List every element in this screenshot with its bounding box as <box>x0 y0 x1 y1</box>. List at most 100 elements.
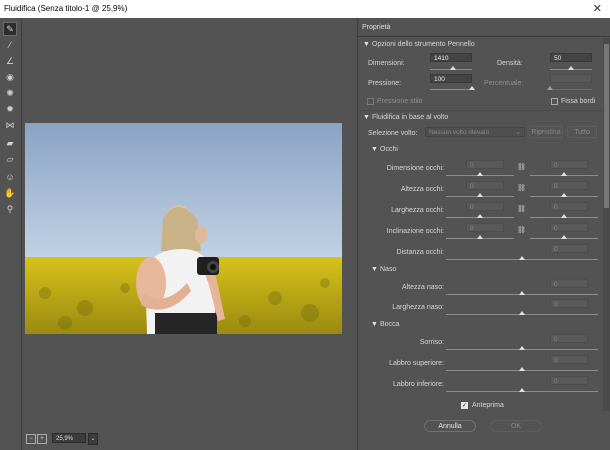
warp-tool-icon[interactable]: ✎ <box>3 22 17 36</box>
eye-height-right-input[interactable]: 0 <box>550 181 588 190</box>
face-tool-icon[interactable]: ☺ <box>3 170 17 184</box>
eye-height-left-input[interactable]: 0 <box>466 181 504 190</box>
smile-slider[interactable] <box>446 346 598 350</box>
smile-label: Sorriso: <box>419 339 444 346</box>
eye-width-right-slider[interactable] <box>530 214 598 218</box>
lower-lip-slider[interactable] <box>446 388 598 392</box>
collapse-triangle-icon[interactable]: ▼ <box>371 266 378 273</box>
pressure-slider-knob[interactable] <box>469 86 475 90</box>
cancel-button[interactable]: Annulla <box>424 420 476 432</box>
zoom-in-button[interactable]: + <box>37 434 47 444</box>
smile-input[interactable]: 0 <box>550 334 588 343</box>
eyes-header[interactable]: Occhi <box>380 146 398 153</box>
slider-knob[interactable] <box>519 291 525 295</box>
brush-options-header[interactable]: Opzioni dello strumento Pennello <box>372 41 475 48</box>
window-title: Fluidifica (Senza titolo-1 @ 25,9%) <box>4 4 128 13</box>
eye-tilt-left-slider[interactable] <box>446 235 514 239</box>
pucker-tool-icon[interactable]: ✺ <box>3 86 17 100</box>
pin-edges-label[interactable]: Fissa bordi <box>561 98 595 105</box>
eye-size-right-input[interactable]: 0 <box>550 160 588 169</box>
slider-knob[interactable] <box>561 172 567 176</box>
collapse-triangle-icon[interactable]: ▼ <box>371 321 378 328</box>
eye-size-left-slider[interactable] <box>446 172 514 176</box>
slider-knob[interactable] <box>477 214 483 218</box>
density-input[interactable]: 50 <box>550 53 592 62</box>
twirl-tool-icon[interactable]: ◉ <box>3 70 17 84</box>
freeze-mask-tool-icon[interactable]: ▰ <box>3 136 17 150</box>
close-icon[interactable]: ✕ <box>593 2 602 15</box>
face-aware-header[interactable]: Fluidifica in base al volto <box>372 114 448 121</box>
mouth-header[interactable]: Bocca <box>380 321 399 328</box>
eye-tilt-right-slider[interactable] <box>530 235 598 239</box>
link-icon[interactable]: ⛓ <box>517 226 526 234</box>
eye-size-left-input[interactable]: 0 <box>466 160 504 169</box>
slider-knob[interactable] <box>519 346 525 350</box>
slider-knob[interactable] <box>477 235 483 239</box>
slider-knob[interactable] <box>519 311 525 315</box>
nose-width-slider[interactable] <box>446 311 598 315</box>
zoom-level-field[interactable]: 25,9% <box>52 433 86 443</box>
slider-knob[interactable] <box>561 214 567 218</box>
canvas-area[interactable] <box>22 18 350 445</box>
scrollbar-thumb[interactable] <box>604 44 609 208</box>
rate-label: Percentuale: <box>484 80 524 87</box>
eye-tilt-left-input[interactable]: 0 <box>466 223 504 232</box>
photo-image <box>25 123 342 334</box>
reset-button: Ripristina <box>529 126 563 138</box>
stylus-pressure-checkbox <box>367 98 374 105</box>
hand-tool-icon[interactable]: ✋ <box>3 186 17 200</box>
pressure-input[interactable]: 100 <box>430 74 472 83</box>
face-select-label: Selezione volto: <box>368 130 418 137</box>
eye-width-left-input[interactable]: 0 <box>466 202 504 211</box>
collapse-triangle-icon[interactable]: ▼ <box>363 114 370 121</box>
nose-height-input[interactable]: 0 <box>550 279 588 288</box>
eye-tilt-right-input[interactable]: 0 <box>550 223 588 232</box>
size-slider[interactable] <box>430 66 472 70</box>
preview-checkbox[interactable]: ✓ <box>461 402 468 409</box>
pin-edges-checkbox[interactable] <box>551 98 558 105</box>
chevron-down-icon[interactable]: ⌄ <box>88 433 98 445</box>
size-slider-knob[interactable] <box>450 66 457 70</box>
eye-width-right-input[interactable]: 0 <box>550 202 588 211</box>
smooth-tool-icon[interactable]: ∠ <box>3 54 17 68</box>
eye-height-right-slider[interactable] <box>530 193 598 197</box>
collapse-triangle-icon[interactable]: ▼ <box>363 41 370 48</box>
slider-knob[interactable] <box>477 172 483 176</box>
eye-distance-slider[interactable] <box>446 256 598 260</box>
zoom-out-button[interactable]: − <box>26 434 36 444</box>
nose-width-input[interactable]: 0 <box>550 299 588 308</box>
upper-lip-slider[interactable] <box>446 367 598 371</box>
eye-distance-input[interactable]: 0 <box>550 244 588 253</box>
panel-scrollbar[interactable] <box>603 38 610 411</box>
slider-knob[interactable] <box>519 256 525 260</box>
eye-size-right-slider[interactable] <box>530 172 598 176</box>
photo-preview[interactable] <box>25 123 342 334</box>
zoom-tool-icon[interactable]: ⚲ <box>3 202 17 216</box>
eye-height-left-slider[interactable] <box>446 193 514 197</box>
push-left-tool-icon[interactable]: ⋈ <box>3 118 17 132</box>
upper-lip-input[interactable]: 0 <box>550 355 588 364</box>
eye-width-left-slider[interactable] <box>446 214 514 218</box>
properties-scroll-area[interactable]: ▼ Opzioni dello strumento Pennello Dimen… <box>358 38 604 411</box>
slider-knob[interactable] <box>561 193 567 197</box>
nose-height-slider[interactable] <box>446 291 598 295</box>
lower-lip-label: Labbro inferiore: <box>393 381 444 388</box>
thaw-mask-tool-icon[interactable]: ▱ <box>3 152 17 166</box>
slider-knob[interactable] <box>477 193 483 197</box>
collapse-triangle-icon[interactable]: ▼ <box>371 146 378 153</box>
nose-header[interactable]: Naso <box>380 266 396 273</box>
density-slider-knob[interactable] <box>568 66 574 70</box>
slider-knob[interactable] <box>561 235 567 239</box>
slider-knob[interactable] <box>519 367 525 371</box>
density-slider[interactable] <box>550 66 592 70</box>
link-icon[interactable]: ⛓ <box>517 205 526 213</box>
lower-lip-input[interactable]: 0 <box>550 376 588 385</box>
link-icon[interactable]: ⛓ <box>517 184 526 192</box>
pressure-slider[interactable] <box>430 86 475 90</box>
reconstruct-tool-icon[interactable]: ⁄ <box>3 38 17 52</box>
link-icon[interactable]: ⛓ <box>517 163 526 171</box>
bloat-tool-icon[interactable]: ✹ <box>3 102 17 116</box>
slider-knob[interactable] <box>519 388 525 392</box>
preview-label[interactable]: Anteprima <box>472 402 504 409</box>
size-input[interactable]: 1410 <box>430 53 472 62</box>
